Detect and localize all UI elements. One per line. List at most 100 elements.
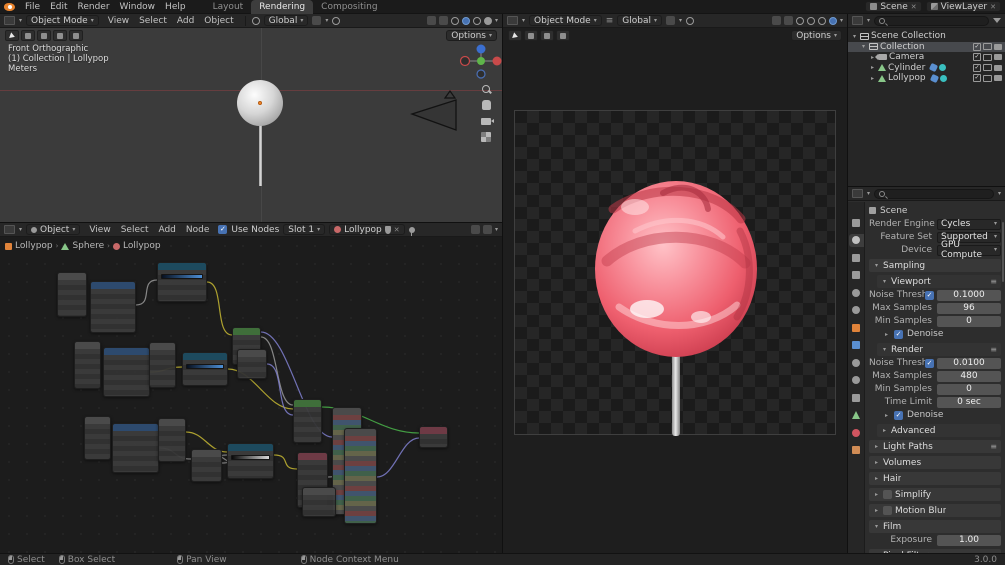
menu-edit[interactable]: Edit <box>45 0 72 14</box>
menu-window[interactable]: Window <box>115 0 161 14</box>
breadcrumb-object[interactable]: Lollypop <box>15 241 53 251</box>
properties-tab-particles[interactable] <box>849 356 864 369</box>
tool-option-2-icon[interactable] <box>540 30 554 41</box>
shader-node-5[interactable] <box>103 347 150 397</box>
hide-viewport-icon[interactable] <box>983 54 992 61</box>
outliner-row-cylinder[interactable]: ▸Cylinder✓ <box>848 63 1005 74</box>
editor-type-icon[interactable] <box>4 225 15 234</box>
shading-rendered-icon[interactable] <box>829 17 837 25</box>
material-selector[interactable]: Lollypop ✕ <box>329 224 405 235</box>
selectable-checkbox[interactable]: ✓ <box>973 74 981 82</box>
properties-tab-modifiers[interactable] <box>849 339 864 352</box>
scene-unlink-icon[interactable]: ✕ <box>911 3 917 11</box>
outliner-row-lollypop[interactable]: ▸Lollypop✓ <box>848 73 1005 84</box>
hide-render-icon[interactable] <box>994 65 1002 71</box>
camera-view-icon[interactable] <box>481 118 491 125</box>
viewport-menu-object[interactable]: Object <box>199 14 238 28</box>
value-render-engine[interactable]: Cycles▾ <box>937 219 1001 230</box>
shader-node-18[interactable] <box>344 428 377 524</box>
editor-type-icon[interactable] <box>4 16 15 25</box>
denoise-checkbox[interactable]: ✓ <box>894 330 903 339</box>
panel-caret[interactable]: ▸ <box>873 507 880 514</box>
panel-caret[interactable]: ▾ <box>881 278 888 285</box>
scene-selector[interactable]: Scene ✕ <box>865 1 921 12</box>
overlays-toggle-icon[interactable] <box>784 16 793 25</box>
viewlayer-selector[interactable]: ViewLayer ✕ <box>926 1 1001 12</box>
tool-option-4-icon[interactable] <box>69 30 83 41</box>
mode-dropdown[interactable]: Object Mode▾ <box>529 15 602 26</box>
panel-checkbox[interactable] <box>883 490 892 499</box>
hide-render-icon[interactable] <box>994 54 1002 60</box>
shading-wireframe-icon[interactable] <box>451 17 459 25</box>
gizmo-toggle-icon[interactable] <box>772 16 781 25</box>
color-ramp-bar[interactable] <box>161 274 203 279</box>
preset-icon[interactable]: ≡ <box>990 277 997 286</box>
panel-sampling[interactable]: ▾Sampling <box>869 259 1001 272</box>
active-tool-icon[interactable] <box>508 30 522 41</box>
transform-pivot-icon[interactable] <box>252 17 260 25</box>
checkrow-denoise[interactable]: ▸✓Denoise <box>869 328 1001 340</box>
shader-node-2[interactable] <box>90 281 136 333</box>
outliner-row-scene-collection[interactable]: ▾Scene Collection <box>848 31 1005 42</box>
expand-caret[interactable]: ▾ <box>860 43 867 50</box>
shader-node-19[interactable] <box>419 426 448 448</box>
properties-tab-texture[interactable] <box>849 444 864 457</box>
value-max-samples[interactable]: 480 <box>937 371 1001 382</box>
panel-caret[interactable]: ▾ <box>881 346 888 353</box>
shading-wireframe-icon[interactable] <box>796 17 804 25</box>
hide-viewport-icon[interactable] <box>983 64 992 71</box>
hide-viewport-icon[interactable] <box>983 43 992 50</box>
tool-option-1-icon[interactable] <box>524 30 538 41</box>
menu-help[interactable]: Help <box>160 0 191 14</box>
snapping-icon[interactable] <box>471 225 480 234</box>
properties-tab-material[interactable] <box>849 426 864 439</box>
editor-type-icon[interactable] <box>507 16 518 25</box>
outliner-row-collection[interactable]: ▾Collection✓ <box>848 42 1005 53</box>
viewlayer-unlink-icon[interactable]: ✕ <box>990 3 996 11</box>
node-menu-view[interactable]: View <box>84 223 115 237</box>
panel-advanced[interactable]: ▸Advanced <box>877 424 1001 437</box>
workspace-tab-rendering[interactable]: Rendering <box>251 0 313 14</box>
tool-option-3-icon[interactable] <box>556 30 570 41</box>
color-ramp-bar[interactable] <box>186 364 224 369</box>
hide-render-icon[interactable] <box>994 75 1002 81</box>
prop-checkbox[interactable]: ✓ <box>925 291 934 300</box>
tool-option-2-icon[interactable] <box>37 30 51 41</box>
value-time-limit[interactable]: 0 sec <box>937 397 1001 408</box>
render-canvas[interactable]: Options▾ <box>503 28 847 553</box>
viewport-options-button[interactable]: Options▾ <box>446 30 497 41</box>
viewport-canvas[interactable]: Options▾ Front Orthographic (1) Collecti… <box>0 28 502 222</box>
slot-dropdown[interactable]: Slot 1▾ <box>283 224 325 235</box>
fake-user-icon[interactable] <box>385 226 391 234</box>
properties-search-input[interactable] <box>874 189 994 199</box>
shading-rendered-icon[interactable] <box>484 17 492 25</box>
workspace-tab-compositing[interactable]: Compositing <box>313 0 385 14</box>
expand-caret[interactable]: ▸ <box>869 75 876 82</box>
active-tool-icon[interactable] <box>5 30 19 41</box>
zoom-icon[interactable] <box>481 84 492 95</box>
node-menu-select[interactable]: Select <box>116 223 154 237</box>
proportional-edit-icon[interactable] <box>332 17 340 25</box>
filter-icon[interactable] <box>993 18 1001 23</box>
properties-tab-object-data[interactable] <box>849 409 864 422</box>
orientation-dropdown[interactable]: Global▾ <box>617 15 662 26</box>
panel-motion-blur[interactable]: ▸Motion Blur <box>869 504 1001 517</box>
breadcrumb-material[interactable]: Lollypop <box>123 241 161 251</box>
shading-material-icon[interactable] <box>818 17 826 25</box>
shader-node-15[interactable] <box>293 399 322 443</box>
properties-tab-tool[interactable] <box>849 216 864 229</box>
snap-magnet-icon[interactable] <box>312 16 321 25</box>
outliner-search-input[interactable] <box>874 16 989 26</box>
prop-checkbox[interactable]: ✓ <box>925 359 934 368</box>
shader-node-3[interactable] <box>157 262 207 302</box>
panel-caret[interactable]: ▾ <box>873 262 880 269</box>
panel-checkbox[interactable] <box>883 506 892 515</box>
value-min-samples[interactable]: 0 <box>937 316 1001 327</box>
properties-options-arrow[interactable]: ▾ <box>998 191 1001 197</box>
shading-material-icon[interactable] <box>473 17 481 25</box>
value-min-samples[interactable]: 0 <box>937 384 1001 395</box>
shader-node-9[interactable] <box>237 349 267 379</box>
menu-file[interactable]: File <box>20 0 45 14</box>
panel-hair[interactable]: ▸Hair <box>869 472 1001 485</box>
node-menu-node[interactable]: Node <box>181 223 215 237</box>
